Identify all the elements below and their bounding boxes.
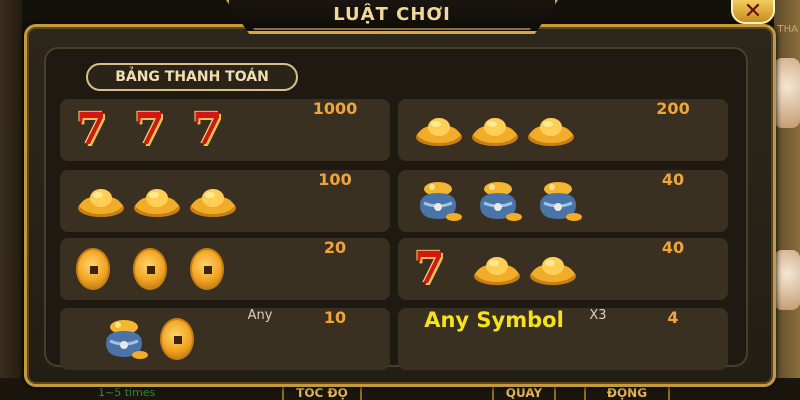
lucky-cat-icon: [774, 58, 800, 128]
treasure-bag-icon: [474, 179, 524, 223]
gold-coin-icon: [133, 248, 167, 290]
paytable-row: 200: [398, 99, 728, 161]
symbol-group: [60, 170, 260, 232]
payout-value: 1000: [312, 99, 358, 118]
close-button[interactable]: ✕: [731, 0, 775, 24]
paytable-row: 100: [60, 170, 390, 232]
symbol-group: [60, 238, 260, 300]
paytable-row: Any 10: [60, 308, 390, 370]
gold-ingot-icon: [414, 113, 464, 147]
gold-coin-icon: [160, 318, 194, 360]
gold-ingot-icon: [188, 184, 238, 218]
close-x-icon: ✕: [743, 0, 763, 24]
dialog-title: LUẬT CHƠI: [333, 4, 451, 25]
symbol-group: 777: [60, 99, 260, 161]
background-side-text: THA: [777, 24, 798, 35]
treasure-bag-icon: [414, 179, 464, 223]
paytable-row: 7 40: [398, 238, 728, 300]
lucky-seven-icon: 7: [414, 243, 445, 294]
gold-ingot-icon: [472, 252, 522, 286]
gold-ingot-icon: [132, 184, 182, 218]
symbol-group: [398, 99, 598, 161]
lucky-seven-icon: 7: [192, 104, 223, 155]
gold-coin-icon: [76, 248, 110, 290]
lucky-seven-icon: 7: [76, 104, 107, 155]
paytable-row: Any Symbol X3 4: [398, 308, 728, 370]
combination-modifier: X3: [589, 308, 607, 323]
paytable-row: 20: [60, 238, 390, 300]
gold-ingot-icon: [528, 252, 578, 286]
paytable-row: 40: [398, 170, 728, 232]
gold-ingot-icon: [526, 113, 576, 147]
payout-value: 40: [661, 170, 685, 189]
background-right-strip: [774, 0, 800, 400]
gold-ingot-icon: [76, 184, 126, 218]
payout-value: 100: [318, 170, 352, 189]
paytable-section-label: BẢNG THANH TOÁN: [86, 63, 298, 91]
payout-value: 200: [656, 99, 690, 118]
gold-coin-icon: [190, 248, 224, 290]
background-left-strip: [0, 0, 22, 400]
treasure-bag-icon: [534, 179, 584, 223]
gold-ingot-icon: [470, 113, 520, 147]
lucky-seven-icon: 7: [134, 104, 165, 155]
symbol-group: 7: [398, 238, 598, 300]
combination-modifier: Any: [247, 308, 273, 323]
treasure-bag-icon: [100, 317, 150, 361]
lucky-cat-icon: [774, 250, 800, 310]
any-symbol-label: Any Symbol: [424, 308, 564, 332]
background-times-label: 1~5 times: [98, 386, 156, 399]
symbol-group: [398, 170, 598, 232]
payout-value: 4: [667, 308, 679, 327]
payout-value: 40: [661, 238, 685, 257]
paytable-row: 7 7 7 1000: [60, 99, 390, 161]
payout-value: 20: [323, 238, 347, 257]
payout-value: 10: [323, 308, 347, 327]
